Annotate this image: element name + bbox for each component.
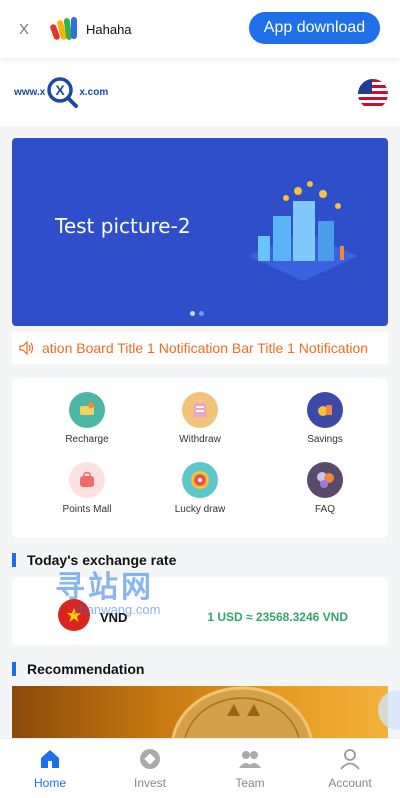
app-name: Hahaha: [86, 21, 132, 37]
menu-label: Withdraw: [179, 434, 221, 445]
vietnam-flag-icon: [58, 599, 90, 631]
brand-mid: X: [56, 82, 66, 98]
points-mall-icon: [69, 462, 105, 498]
home-icon: [38, 747, 62, 771]
menu-label: Lucky draw: [174, 504, 226, 515]
section-accent-bar: [12, 553, 16, 567]
tab-home[interactable]: Home: [0, 739, 100, 798]
notification-bar[interactable]: ation Board Title 1 Notification Bar Tit…: [12, 332, 388, 364]
tab-invest[interactable]: Invest: [100, 739, 200, 798]
tab-label: Account: [328, 776, 372, 790]
notification-text: ation Board Title 1 Notification Bar Tit…: [42, 340, 369, 356]
menu-label: Recharge: [65, 434, 109, 445]
menu-withdraw[interactable]: Withdraw: [150, 392, 250, 445]
savings-icon: [307, 392, 343, 428]
exchange-heading-text: Today's exchange rate: [27, 552, 177, 568]
banner-dot[interactable]: [199, 311, 204, 316]
city-illustration: [248, 181, 358, 281]
section-accent-bar: [12, 662, 16, 676]
tab-account[interactable]: Account: [300, 739, 400, 798]
app-download-button[interactable]: App download: [249, 12, 380, 44]
faq-icon: [307, 462, 343, 498]
menu-recharge[interactable]: Recharge: [37, 392, 137, 445]
currency-code: VND: [100, 610, 128, 625]
menu-label: FAQ: [314, 504, 335, 515]
exchange-rate-value: 1 USD ≈ 23568.3246 VND: [207, 610, 348, 624]
tab-label: Invest: [133, 776, 166, 790]
close-download-bar-button[interactable]: X: [0, 21, 48, 38]
tab-team[interactable]: Team: [200, 739, 300, 798]
tab-label: Team: [235, 776, 265, 790]
menu-label: Points Mall: [62, 504, 112, 515]
brand-right: x.com: [79, 86, 109, 98]
withdraw-icon: [182, 392, 218, 428]
recommendation-image[interactable]: [12, 686, 388, 738]
menu-savings[interactable]: Savings: [275, 392, 375, 445]
banner-title: Test picture-2: [55, 214, 191, 238]
team-icon: [238, 747, 262, 771]
recommendation-heading-text: Recommendation: [27, 661, 145, 677]
exchange-heading: Today's exchange rate: [12, 552, 176, 568]
quick-menu: Recharge Withdraw Savings Points Mall Lu…: [12, 378, 388, 538]
us-flag-icon[interactable]: [358, 79, 388, 109]
menu-label: Savings: [307, 434, 343, 445]
banner-pagination: [190, 311, 204, 316]
bottom-tab-bar: Home Invest Team Account: [0, 738, 400, 798]
site-header: www.x X x.com: [0, 58, 400, 126]
app-logo-icon: [50, 17, 77, 40]
app-download-bar: X Hahaha App download: [0, 0, 400, 58]
recharge-icon: [69, 392, 105, 428]
account-icon: [338, 747, 362, 771]
brand-left: www.x: [14, 86, 46, 98]
tab-label: Home: [33, 776, 66, 790]
exchange-rate-card: VND 1 USD ≈ 23568.3246 VND: [12, 577, 388, 645]
invest-icon: [138, 747, 162, 771]
recommendation-heading: Recommendation: [12, 661, 144, 677]
menu-lucky-draw[interactable]: Lucky draw: [150, 462, 250, 515]
site-logo[interactable]: www.x X x.com: [14, 75, 108, 109]
promo-banner[interactable]: Test picture-2: [12, 138, 388, 326]
banner-dot[interactable]: [190, 311, 195, 316]
lucky-draw-icon: [182, 462, 218, 498]
speaker-icon: [12, 332, 42, 364]
magnifier-logo-icon: X: [47, 77, 79, 108]
menu-points-mall[interactable]: Points Mall: [37, 462, 137, 515]
menu-faq[interactable]: FAQ: [275, 462, 375, 515]
